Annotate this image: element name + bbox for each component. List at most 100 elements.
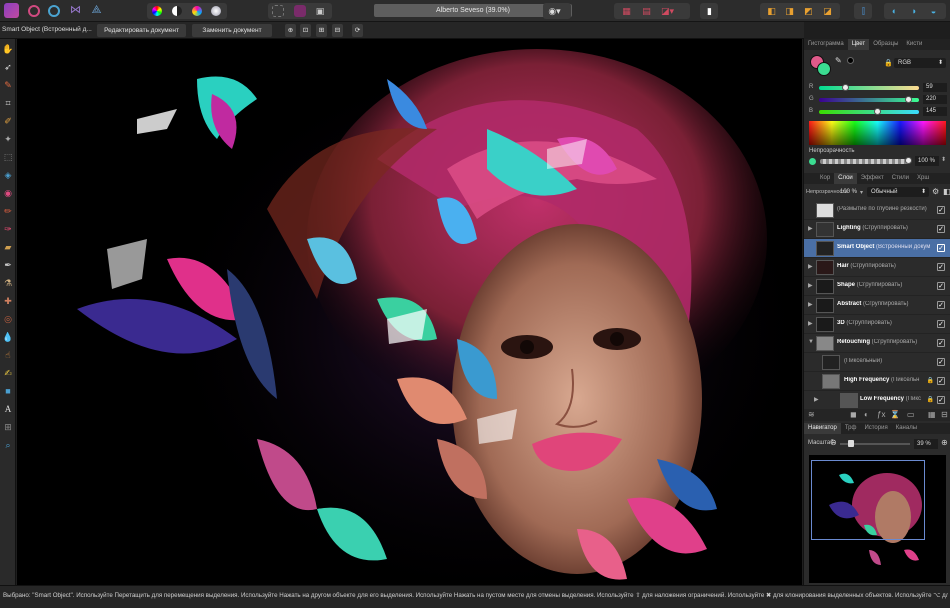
live-filter-icon[interactable]: ⌛ [890, 410, 900, 419]
layer-row[interactable]: (Пиксельный) ✓ [804, 353, 950, 372]
layer-visibility-checkbox[interactable]: ✓ [937, 206, 945, 214]
tab-swatches[interactable]: Образцы [869, 39, 902, 50]
layer-visibility-checkbox[interactable]: ✓ [937, 225, 945, 233]
layer-visibility-checkbox[interactable]: ✓ [937, 301, 945, 309]
green-knob[interactable] [905, 96, 912, 103]
stroke-color-swatch[interactable] [817, 62, 831, 76]
layer-row[interactable]: ▶ Abstract (Сгруппировать) ✓ [804, 296, 950, 315]
tab-transform[interactable]: Трф [841, 423, 861, 434]
clone-brush-icon[interactable]: ⚗ [2, 277, 14, 289]
replace-document-button[interactable]: Заменить документ [192, 24, 272, 37]
opacity-value[interactable]: 100 % [915, 156, 939, 166]
layer-visibility-checkbox[interactable]: ✓ [937, 339, 945, 347]
assistant-icon[interactable]: ▮ [702, 5, 717, 20]
pen-tool-icon[interactable]: ✍ [2, 367, 14, 379]
red-slider[interactable]: R 59 [809, 83, 947, 92]
move-tool-icon[interactable]: ➶ [2, 61, 14, 73]
black-swatch-icon[interactable] [847, 57, 854, 64]
persona-develop-icon[interactable]: ⋈ [68, 3, 83, 18]
snap-icon[interactable]: ◉▾ [547, 5, 562, 20]
expand-arrow-icon[interactable]: ▶ [808, 263, 813, 270]
layer-opacity-chevron-icon[interactable]: ▾ [860, 189, 863, 196]
layer-stack-icon[interactable]: ≋ [808, 410, 815, 419]
layer-visibility-checkbox[interactable]: ✓ [937, 244, 945, 252]
expand-arrow-icon[interactable]: ▶ [814, 396, 819, 403]
pixel-brush-icon[interactable]: ✑ [2, 223, 14, 235]
contrast-icon[interactable] [172, 6, 182, 16]
transform-origin-icon[interactable]: ⊕ [285, 24, 296, 37]
layer-visibility-checkbox[interactable]: ✓ [937, 358, 945, 366]
move-backward-icon[interactable]: ◨ [782, 5, 797, 20]
expand-arrow-icon[interactable]: ▶ [808, 282, 813, 289]
fx-icon[interactable]: ƒx [877, 410, 885, 419]
view-mode-icon[interactable]: ◪▾ [660, 5, 675, 20]
green-slider[interactable]: G 220 [809, 95, 947, 104]
gear-icon[interactable]: ⚙ [932, 187, 939, 196]
move-forward-icon[interactable]: ◩ [801, 5, 816, 20]
move-back-icon[interactable]: ◧ [764, 5, 779, 20]
navigator-preview[interactable] [809, 455, 946, 583]
layer-row[interactable]: ▶ 3D (Сгруппировать) ✓ [804, 315, 950, 334]
zoom-in-icon[interactable]: ⊕ [941, 438, 948, 447]
layer-opacity-value[interactable]: 100 % [840, 189, 857, 195]
layer-row[interactable]: ▶ Lighting (Сгруппировать) ✓ [804, 220, 950, 239]
color-mode-select[interactable]: RGB ⬍ [894, 58, 946, 68]
persona-photo-icon[interactable] [28, 5, 40, 17]
tab-effects[interactable]: Эффект [857, 173, 888, 184]
tab-history[interactable]: История [860, 423, 891, 434]
marquee-icon[interactable] [272, 5, 284, 17]
toolbar-toggle-icon[interactable]: ◒ [926, 5, 941, 20]
zoom-slider-knob[interactable] [848, 440, 854, 447]
gradient-tool-icon[interactable]: ◉ [2, 187, 14, 199]
layer-row[interactable]: (Размытие по глубине резкости) ✓ [804, 201, 950, 220]
navigator-viewport-frame[interactable] [811, 460, 925, 540]
layer-row[interactable]: ▶ Shape (Сгруппировать) ✓ [804, 277, 950, 296]
grid-icon[interactable]: ▦ [619, 5, 634, 20]
color-wheel-icon[interactable] [152, 6, 162, 16]
green-value[interactable]: 220 [923, 95, 947, 104]
tab-stock[interactable]: Хрш [913, 173, 933, 184]
erase-brush-icon[interactable]: ▰ [2, 241, 14, 253]
collapse-arrow-icon[interactable]: ▼ [808, 339, 814, 345]
zoom-value[interactable]: 39 % [914, 439, 938, 449]
flood-fill-icon[interactable]: ◈ [2, 169, 14, 181]
align-icon[interactable]: ⫿ [856, 5, 871, 20]
tab-adjust[interactable]: Кор [804, 173, 834, 184]
quick-mask-icon[interactable] [294, 5, 306, 17]
zoom-out-icon[interactable]: ⊖ [830, 438, 837, 447]
expand-arrow-icon[interactable]: ▶ [808, 320, 813, 327]
red-knob[interactable] [842, 84, 849, 91]
layer-row[interactable]: ▶ Low Frequency (Пикс 🔒 ✓ [804, 391, 950, 410]
layer-row[interactable]: ▼ Retouching (Сгруппировать) ✓ [804, 334, 950, 353]
tab-styles[interactable]: Стили [888, 173, 913, 184]
selection-brush-icon[interactable]: ✐ [2, 115, 14, 127]
persona-export-icon[interactable]: ⟁ [89, 3, 104, 18]
delete-layer-icon[interactable]: ⊟ [941, 410, 948, 419]
mesh-warp-icon[interactable]: ⊞ [2, 421, 14, 433]
layer-visibility-checkbox[interactable]: ✓ [937, 282, 945, 290]
color-balance-icon[interactable] [192, 6, 202, 16]
blue-slider[interactable]: B 145 [809, 107, 947, 116]
tab-brushes[interactable]: Кисти [902, 39, 926, 50]
expand-arrow-icon[interactable]: ▶ [808, 225, 813, 232]
blue-value[interactable]: 145 [923, 107, 947, 116]
paint-brush-icon[interactable]: ✏ [2, 205, 14, 217]
lock-icon[interactable]: 🔒 [927, 396, 934, 403]
refine-icon[interactable]: ▣ [314, 5, 326, 17]
new-group-icon[interactable]: ▭ [907, 410, 915, 419]
dodge-brush-icon[interactable]: ✒ [2, 259, 14, 271]
mask-icon[interactable]: ◼ [850, 410, 857, 419]
opacity-stepper-icon[interactable]: ⬍ [941, 156, 946, 163]
tab-layers[interactable]: Слои [834, 173, 857, 184]
crop-tool-icon[interactable]: ⌗ [2, 97, 14, 109]
eyedropper-icon[interactable]: ✎ [835, 56, 842, 65]
color-picker-icon[interactable]: ✎ [2, 79, 14, 91]
marquee-tool-icon[interactable]: ⬚ [2, 151, 14, 163]
text-tool-icon[interactable]: A [2, 403, 14, 415]
lock-icon[interactable]: 🔒 [927, 377, 934, 384]
smudge-brush-icon[interactable]: ☝ [2, 349, 14, 361]
document-canvas[interactable] [17, 39, 802, 585]
fit-icon[interactable]: ⊟ [332, 24, 343, 37]
layer-visibility-checkbox[interactable]: ✓ [937, 263, 945, 271]
crop-icon[interactable]: ⊞ [316, 24, 327, 37]
